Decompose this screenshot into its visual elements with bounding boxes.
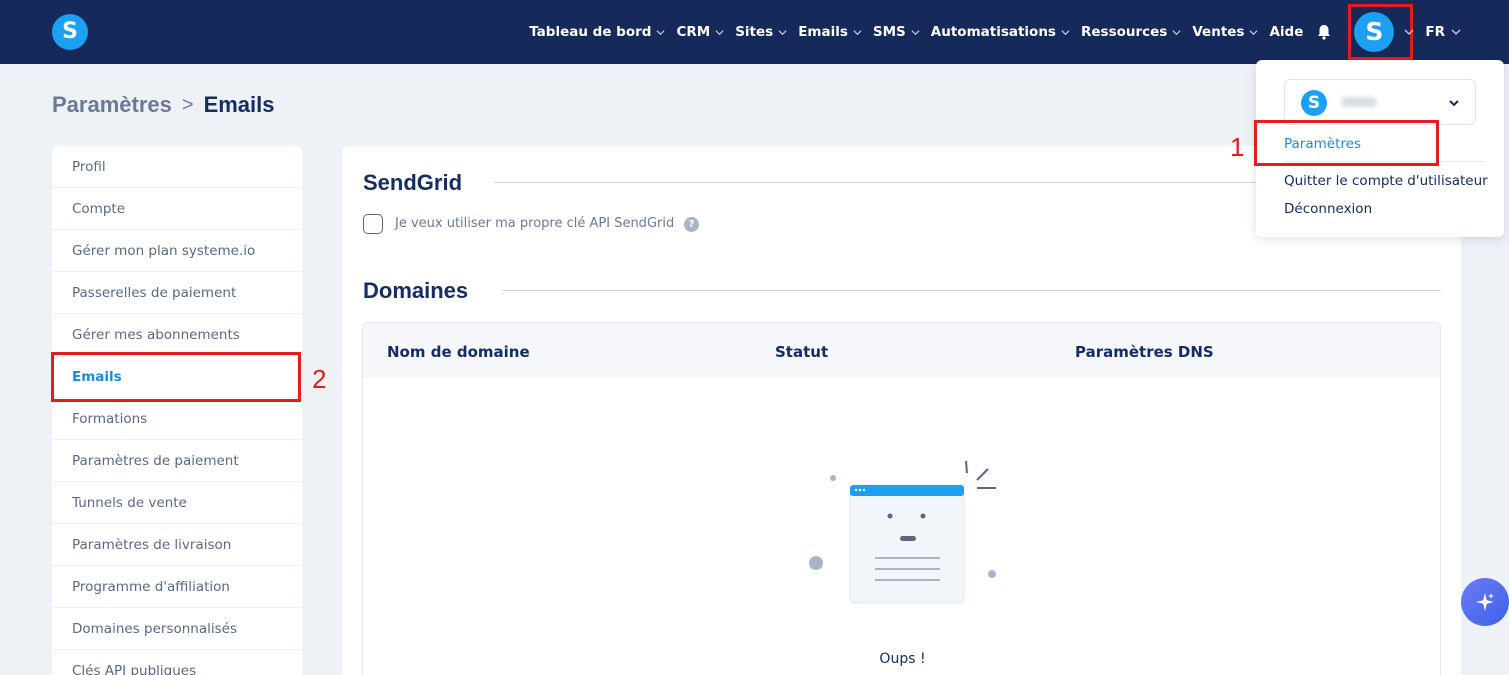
- column-header-dns: Paramètres DNS: [1075, 343, 1214, 361]
- sidebar-item-custom-domains[interactable]: Domaines personnalisés: [52, 608, 302, 650]
- account-selector[interactable]: S: [1284, 79, 1476, 125]
- sendgrid-api-checkbox[interactable]: [363, 214, 383, 234]
- sidebar-item-profile[interactable]: Profil: [52, 146, 302, 188]
- sendgrid-api-checkbox-label[interactable]: Je veux utiliser ma propre clé API SendG…: [395, 216, 674, 231]
- nav-item-label: Tableau de bord: [529, 24, 652, 40]
- logo[interactable]: S: [52, 14, 88, 50]
- help-icon[interactable]: ?: [684, 217, 699, 232]
- step-number-2: 2: [312, 364, 327, 394]
- top-navigation-bar: S Tableau de bord CRM Sites Emails SMS A…: [0, 0, 1509, 64]
- chevron-down-icon: [1061, 29, 1070, 35]
- sidebar-item-api-keys[interactable]: Clés API publiques: [52, 650, 302, 675]
- main-nav: Tableau de bord CRM Sites Emails SMS Aut…: [529, 0, 1509, 64]
- nav-item-label: Aide: [1269, 24, 1304, 40]
- menu-item-leave-account[interactable]: Quitter le compte d'utilisateur: [1284, 173, 1488, 189]
- nav-item-label: Ressources: [1080, 24, 1168, 40]
- empty-state-message: Oups !: [879, 651, 926, 667]
- nav-item-dashboard[interactable]: Tableau de bord: [529, 24, 665, 40]
- chevron-down-icon: [1249, 29, 1258, 35]
- column-header-status: Statut: [775, 343, 829, 361]
- breadcrumb: Paramètres > Emails: [52, 92, 275, 118]
- sparkle-icon: [1476, 593, 1494, 611]
- highlight-box-step-1: [1254, 120, 1439, 166]
- nav-item-help[interactable]: Aide: [1269, 24, 1303, 40]
- menu-item-logout[interactable]: Déconnexion: [1284, 201, 1372, 217]
- sidebar-item-account[interactable]: Compte: [52, 188, 302, 230]
- bell-icon-svg: [1318, 25, 1331, 40]
- nav-item-emails[interactable]: Emails: [798, 24, 862, 40]
- ai-assistant-button[interactable]: [1461, 578, 1509, 626]
- chevron-down-icon: [1172, 29, 1181, 35]
- nav-item-label: Sites: [735, 24, 774, 40]
- settings-sidebar: Profil Compte Gérer mon plan systeme.io …: [52, 146, 302, 675]
- nav-item-label: CRM: [676, 24, 711, 40]
- section-divider: [502, 290, 1441, 291]
- nav-item-label: Emails: [798, 24, 848, 40]
- column-header-domain: Nom de domaine: [387, 343, 530, 361]
- domains-title: Domaines: [363, 278, 469, 303]
- nav-item-automations[interactable]: Automatisations: [931, 24, 1070, 40]
- sidebar-item-plan[interactable]: Gérer mon plan systeme.io: [52, 230, 302, 272]
- domains-table: Nom de domaine Statut Paramètres DNS Oup…: [362, 322, 1441, 675]
- avatar: S: [1354, 12, 1395, 52]
- chevron-down-icon: [1449, 100, 1459, 107]
- nav-item-sites[interactable]: Sites: [735, 24, 787, 40]
- chevron-down-icon: [1404, 29, 1414, 35]
- sidebar-item-shipping[interactable]: Paramètres de livraison: [52, 524, 302, 566]
- language-selector[interactable]: FR: [1425, 24, 1461, 40]
- chevron-down-icon: [911, 29, 920, 35]
- breadcrumb-separator: >: [181, 93, 194, 116]
- chevron-down-icon: [778, 29, 787, 35]
- nav-item-label: SMS: [872, 24, 906, 40]
- blurred-account-name: [1341, 97, 1377, 107]
- sidebar-item-payment-settings[interactable]: Paramètres de paiement: [52, 440, 302, 482]
- language-label: FR: [1425, 24, 1445, 40]
- highlight-box-step-2: [51, 352, 301, 402]
- sidebar-item-subscriptions[interactable]: Gérer mes abonnements: [52, 314, 302, 356]
- chevron-down-icon: [853, 29, 862, 35]
- breadcrumb-parent[interactable]: Paramètres: [52, 92, 172, 118]
- chevron-down-icon: [715, 29, 724, 35]
- breadcrumb-current: Emails: [203, 92, 275, 117]
- avatar: S: [1301, 90, 1327, 116]
- chevron-down-icon: [656, 29, 665, 35]
- step-number-1: 1: [1230, 132, 1245, 162]
- nav-item-label: Ventes: [1192, 24, 1245, 40]
- nav-item-resources[interactable]: Ressources: [1081, 24, 1181, 40]
- sidebar-item-payment-gateways[interactable]: Passerelles de paiement: [52, 272, 302, 314]
- nav-item-sales[interactable]: Ventes: [1192, 24, 1258, 40]
- nav-item-sms[interactable]: SMS: [873, 24, 920, 40]
- empty-state-illustration: [809, 460, 996, 604]
- chevron-down-icon: [1451, 29, 1461, 35]
- sidebar-item-funnels[interactable]: Tunnels de vente: [52, 482, 302, 524]
- sidebar-item-affiliate[interactable]: Programme d'affiliation: [52, 566, 302, 608]
- sendgrid-title: SendGrid: [363, 170, 463, 195]
- sidebar-item-courses[interactable]: Formations: [52, 398, 302, 440]
- table-header: Nom de domaine Statut Paramètres DNS: [363, 323, 1440, 378]
- nav-item-crm[interactable]: CRM: [676, 24, 724, 40]
- nav-item-label: Automatisations: [930, 24, 1056, 40]
- avatar-menu-button[interactable]: S: [1348, 4, 1414, 60]
- bell-icon[interactable]: [1314, 22, 1334, 42]
